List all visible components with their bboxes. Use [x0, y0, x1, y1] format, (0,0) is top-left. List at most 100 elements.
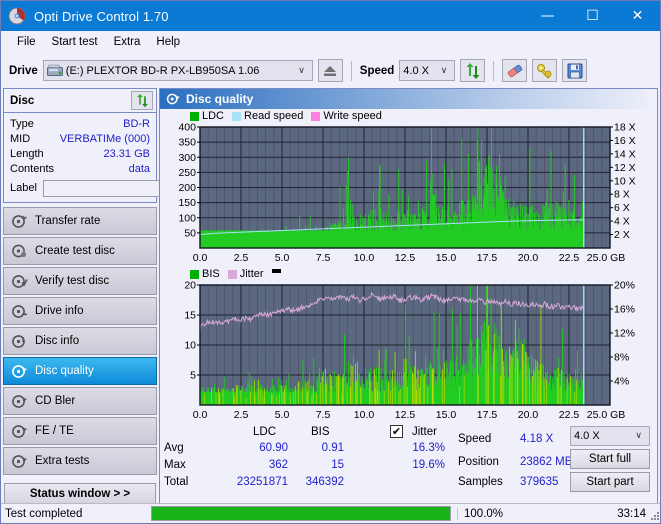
disc-panel: Disc Type BD-R MID VERBATIMe (000) Lengt… — [3, 88, 247, 203]
stats-row-total: Total — [164, 476, 189, 488]
sidebar-item-disc-info[interactable]: Disc info — [3, 327, 157, 355]
toolbar-divider — [350, 60, 352, 81]
stats-panel: LDC BIS ✔ Jitter Avg Max Total 60.90 362… — [160, 424, 657, 494]
svg-text:8%: 8% — [614, 352, 629, 364]
sidebar-item-verify-test-disc[interactable]: Verify test disc — [3, 267, 157, 295]
stats-position-label: Position — [458, 456, 499, 468]
svg-text:17.5: 17.5 — [477, 409, 498, 421]
legend-swatch-ldc — [190, 111, 199, 121]
sidebar-item-label: Transfer rate — [35, 215, 101, 227]
legend-label-bis: BIS — [202, 268, 220, 280]
svg-text:15: 15 — [184, 310, 196, 322]
svg-text:22.5: 22.5 — [559, 252, 580, 264]
status-bar: Test completed 100.0% 33:14 — [1, 503, 660, 523]
svg-text:0.0: 0.0 — [193, 252, 208, 264]
svg-text:8 X: 8 X — [614, 189, 630, 201]
toolbar-divider — [493, 60, 495, 81]
legend-label-read-speed: Read speed — [244, 110, 304, 122]
speed-select[interactable]: 4.0 X ∨ — [399, 60, 456, 81]
drive-select[interactable]: (E:) PLEXTOR BD-R PX-LB950SA 1.06 ∨ — [42, 60, 313, 81]
progress-bar-fill — [152, 507, 450, 520]
status-message: Test completed — [5, 507, 83, 520]
sidebar-item-fe-te[interactable]: FE / TE — [3, 417, 157, 445]
sidebar-item-extra-tests[interactable]: Extra tests — [3, 447, 157, 475]
status-window-button[interactable]: Status window > > — [4, 483, 156, 505]
disc-refresh-button[interactable] — [131, 91, 153, 110]
svg-text:22.5: 22.5 — [559, 409, 580, 421]
resize-grip[interactable] — [650, 511, 660, 521]
svg-text:4 X: 4 X — [614, 216, 630, 228]
disc-quality-icon — [11, 363, 28, 380]
sidebar-item-drive-info[interactable]: Drive info — [3, 297, 157, 325]
stats-ldc-max: 362 — [268, 459, 288, 471]
disc-burn-icon — [11, 243, 28, 260]
disc-verify-icon — [11, 273, 28, 290]
menu-item-file[interactable]: File — [9, 34, 44, 50]
disc-row-value: 23.31 GB — [103, 147, 150, 160]
stats-header-jitter: Jitter — [412, 426, 437, 438]
sidebar-nav: Transfer rate Create test disc Verify te… — [1, 207, 159, 477]
svg-text:10.0: 10.0 — [354, 409, 375, 421]
app-window: Opti Drive Control 1.70 — ☐ ✕ File Start… — [0, 0, 661, 524]
tools-button[interactable] — [532, 59, 558, 82]
speed-select-value: 4.0 X — [403, 64, 429, 77]
svg-text:4%: 4% — [614, 376, 629, 388]
disc-row-label: Label — [4, 176, 247, 200]
sidebar-item-transfer-rate[interactable]: Transfer rate — [3, 207, 157, 235]
label-field-label: Label — [10, 182, 37, 194]
minimize-button[interactable]: — — [525, 1, 570, 31]
speed-label: Speed — [359, 64, 395, 77]
stats-bis-max: 15 — [331, 459, 344, 471]
sidebar-item-label: Create test disc — [35, 245, 115, 257]
svg-text:14 X: 14 X — [614, 148, 636, 160]
progress-percent: 100.0% — [457, 507, 529, 520]
test-speed-value: 4.0 X — [574, 430, 600, 442]
disc-panel-title: Disc — [10, 94, 35, 107]
menu-item-help[interactable]: Help — [148, 34, 188, 50]
close-button[interactable]: ✕ — [615, 1, 660, 31]
disc-icon — [8, 7, 26, 25]
disc-row-contents: Contents data — [4, 161, 156, 176]
svg-text:2.5: 2.5 — [234, 409, 249, 421]
maximize-button[interactable]: ☐ — [570, 1, 615, 31]
test-speed-select[interactable]: 4.0 X ∨ — [570, 426, 650, 446]
sidebar-item-create-test-disc[interactable]: Create test disc — [3, 237, 157, 265]
menu-item-start-test[interactable]: Start test — [44, 34, 106, 50]
save-button[interactable] — [562, 59, 588, 82]
drive-info-icon — [11, 303, 28, 320]
chevron-down-icon: ∨ — [635, 431, 642, 441]
menu-item-extra[interactable]: Extra — [106, 34, 149, 50]
menu-bar: File Start test Extra Help — [1, 31, 660, 53]
svg-text:350: 350 — [178, 137, 196, 149]
legend-label-ldc: LDC — [202, 110, 225, 122]
svg-text:12%: 12% — [614, 328, 635, 340]
sidebar-item-disc-quality[interactable]: Disc quality — [3, 357, 157, 385]
eject-button[interactable] — [317, 59, 343, 82]
disc-row-value: data — [128, 162, 150, 175]
svg-text:6 X: 6 X — [614, 202, 630, 214]
sidebar-item-cd-bler[interactable]: CD Bler — [3, 387, 157, 415]
disc-row-key: Length — [10, 147, 44, 160]
legend-label-write-speed: Write speed — [323, 110, 382, 122]
disc-info-icon — [11, 333, 28, 350]
window-title: Opti Drive Control 1.70 — [34, 8, 169, 24]
svg-text:5: 5 — [190, 370, 196, 382]
svg-text:20%: 20% — [614, 280, 635, 292]
svg-text:16 X: 16 X — [614, 135, 636, 147]
drive-icon — [46, 64, 63, 77]
disc-row-key: MID — [10, 132, 31, 145]
legend-swatch-jitter — [227, 269, 237, 279]
refresh-button[interactable] — [460, 59, 486, 82]
stats-samples-label: Samples — [458, 476, 503, 488]
sidebar-item-label: Verify test disc — [35, 275, 110, 287]
chart2-canvas: 20 15 10 5 20% 16% 12% 8% 4% 0.0 2.5 5.0 7.5 10.0 12.5… — [184, 280, 635, 422]
erase-button[interactable] — [502, 59, 528, 82]
start-full-button[interactable]: Start full — [570, 449, 650, 469]
stats-bis-total: 346392 — [305, 476, 344, 488]
start-part-button[interactable]: Start part — [570, 472, 650, 492]
svg-text:12.5: 12.5 — [395, 409, 416, 421]
cd-bler-icon — [11, 393, 28, 410]
content-header: Disc quality — [160, 89, 657, 109]
jitter-checkbox[interactable]: ✔ — [390, 425, 403, 438]
svg-text:7.5: 7.5 — [316, 252, 331, 264]
